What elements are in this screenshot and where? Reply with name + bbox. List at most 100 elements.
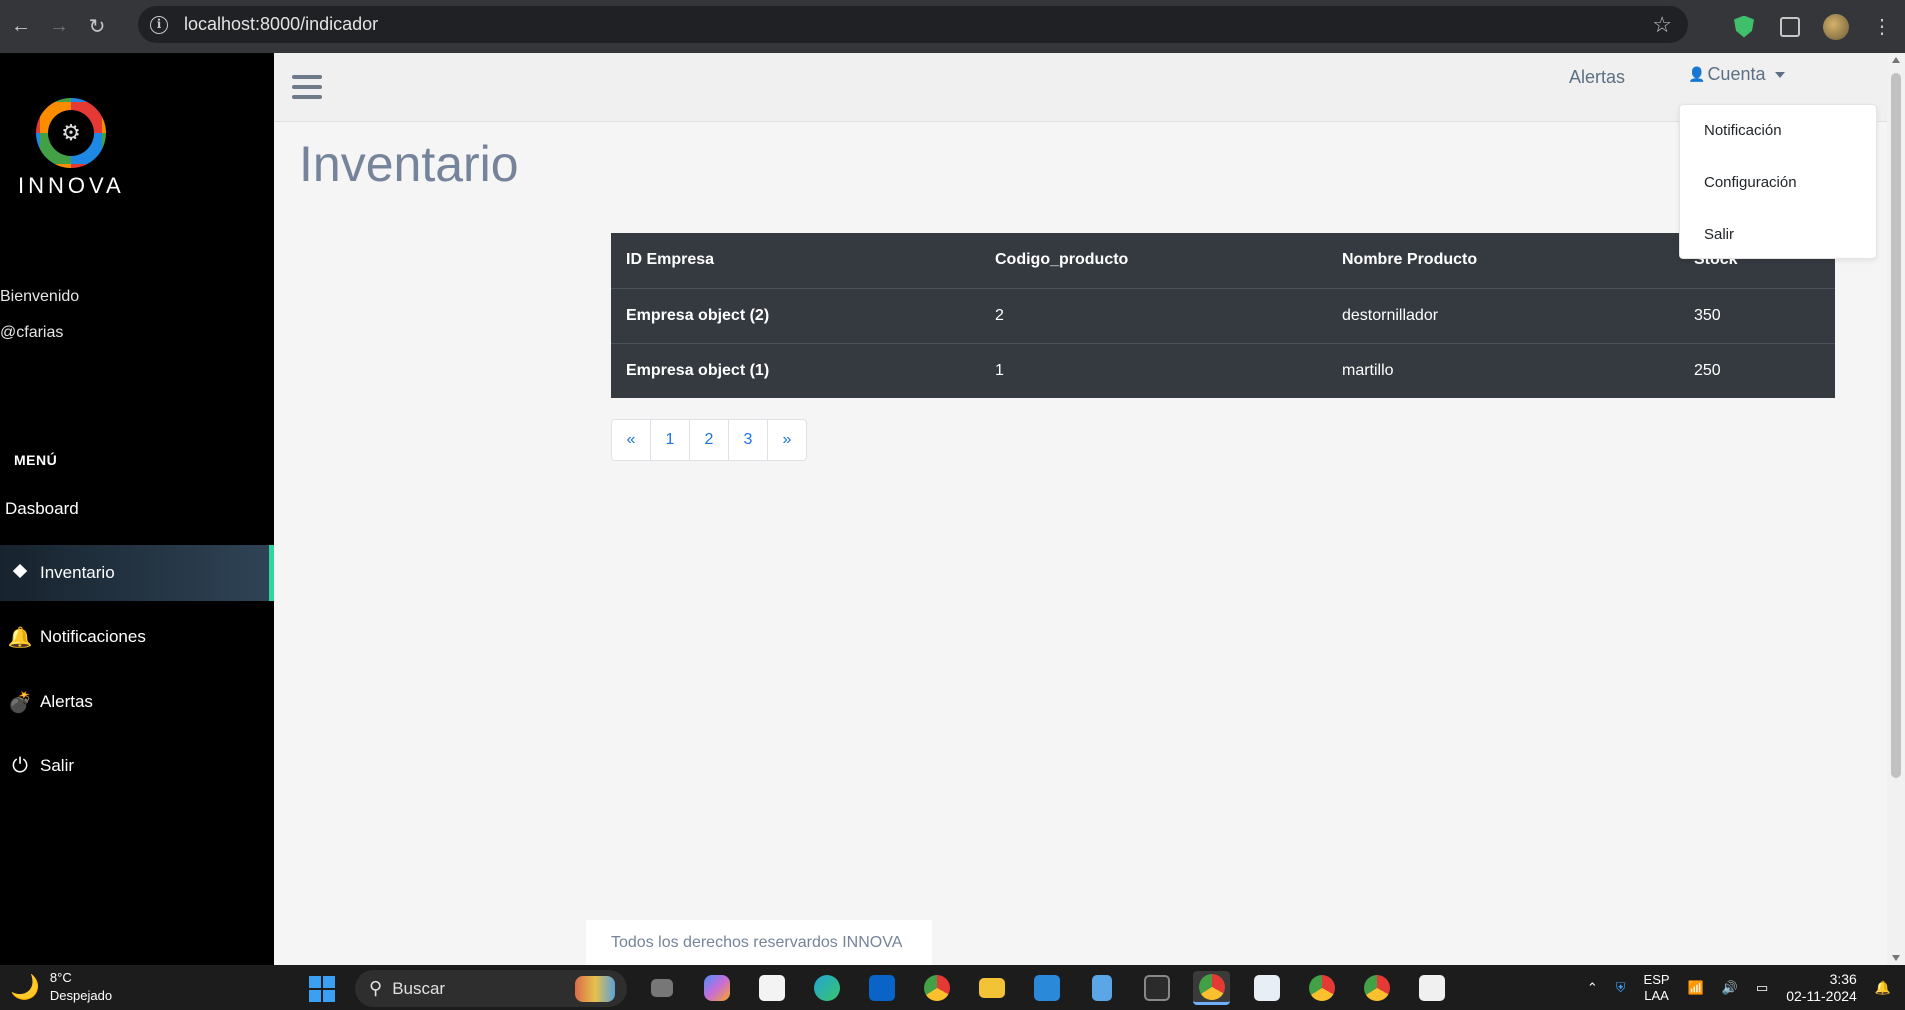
file-explorer-icon[interactable] bbox=[973, 971, 1010, 1005]
vscode-icon[interactable] bbox=[1028, 971, 1065, 1005]
copilot-icon[interactable] bbox=[698, 971, 735, 1005]
sidebar-item-dasboard[interactable]: Dasboard bbox=[0, 481, 274, 537]
bookmark-star-icon[interactable]: ☆ bbox=[1652, 12, 1672, 38]
shield-extension-icon[interactable] bbox=[1721, 7, 1767, 47]
notepad-icon[interactable] bbox=[1083, 971, 1120, 1005]
table-cell: 1 bbox=[980, 342, 1327, 398]
taskbar-apps bbox=[643, 971, 1450, 1005]
weather-widget[interactable]: 🌙 8°C Despejado bbox=[10, 969, 112, 1005]
bomb-icon: 💣 bbox=[7, 691, 33, 714]
column-header: ID Empresa bbox=[626, 251, 715, 269]
chrome-alt-icon[interactable] bbox=[1358, 971, 1395, 1005]
clock-time: 3:36 bbox=[1829, 970, 1857, 987]
back-icon[interactable]: ← bbox=[4, 10, 38, 44]
forward-icon[interactable]: → bbox=[42, 10, 76, 44]
scroll-down-icon[interactable] bbox=[1892, 955, 1900, 961]
table-row: Empresa object (2) 2 destornillador 350 bbox=[611, 287, 1835, 343]
sidebar-item-inventario[interactable]: ⯁ Inventario bbox=[0, 545, 274, 601]
table-cell: 250 bbox=[1679, 342, 1835, 398]
table-cell: Empresa object (2) bbox=[611, 287, 980, 343]
chrome-c-icon[interactable] bbox=[1303, 971, 1340, 1005]
table-cell: Empresa object (1) bbox=[611, 342, 980, 398]
volume-icon[interactable]: 🔊 bbox=[1722, 980, 1738, 996]
taskbar-search-placeholder: Buscar bbox=[392, 978, 446, 998]
bell-icon: 🔔 bbox=[7, 626, 33, 649]
notification-bell-icon[interactable]: 🔔 bbox=[1875, 980, 1891, 996]
dropdown-item-configuracion[interactable]: Configuración bbox=[1680, 169, 1876, 221]
profile-avatar[interactable] bbox=[1813, 7, 1859, 47]
windows-start-icon[interactable] bbox=[309, 976, 335, 1002]
dropdown-item-salir[interactable]: Salir bbox=[1680, 221, 1876, 273]
pagination-page[interactable]: 2 bbox=[689, 419, 729, 461]
browser-toolbar: ← → ↻ i localhost:8000/indicador ☆ ⋮ bbox=[0, 0, 1905, 53]
keyboard-layout: LAA bbox=[1644, 987, 1669, 1003]
sidebar-item-alertas[interactable]: 💣 Alertas bbox=[0, 674, 274, 730]
hamburger-menu-icon[interactable] bbox=[292, 75, 322, 99]
pagination-next[interactable]: » bbox=[767, 419, 807, 461]
table-cell: 350 bbox=[1679, 287, 1835, 343]
gear-globe-icon: ⚙ bbox=[48, 110, 94, 156]
pagination-page[interactable]: 3 bbox=[728, 419, 768, 461]
site-info-icon[interactable]: i bbox=[150, 15, 168, 34]
table-cell: martillo bbox=[1327, 342, 1679, 398]
url-text[interactable]: localhost:8000/indicador bbox=[184, 14, 378, 35]
scroll-thumb[interactable] bbox=[1891, 73, 1901, 778]
inventory-table: ID Empresa Codigo_producto Nombre Produc… bbox=[611, 233, 1835, 398]
security-shield-icon[interactable]: ⛨ bbox=[1616, 980, 1626, 996]
table-cell: 2 bbox=[980, 287, 1327, 343]
language-indicator[interactable]: ESP LAA bbox=[1644, 972, 1670, 1004]
wifi-icon[interactable]: 📶 bbox=[1688, 980, 1704, 996]
sidebar-item-label: Salir bbox=[40, 756, 75, 775]
search-highlight-icon bbox=[575, 976, 615, 1002]
page-title: Inventario bbox=[299, 136, 519, 192]
edge-icon[interactable] bbox=[808, 971, 845, 1005]
clock-date: 02-11-2024 bbox=[1786, 987, 1857, 1004]
account-dropdown-toggle[interactable]: 👤 Cuenta bbox=[1688, 64, 1786, 85]
sidebar-item-label: Notificaciones bbox=[40, 627, 146, 646]
chrome-icon[interactable] bbox=[918, 971, 955, 1005]
media-app-icon[interactable] bbox=[1248, 971, 1285, 1005]
pagination-prev[interactable]: « bbox=[611, 419, 651, 461]
account-dropdown-menu: Notificación Configuración Salir bbox=[1679, 104, 1877, 259]
language-code: ESP bbox=[1643, 971, 1670, 987]
browser-menu-icon[interactable]: ⋮ bbox=[1859, 7, 1905, 47]
brand-name: INNOVA bbox=[18, 173, 125, 198]
sidebar-item-salir[interactable]: ⏻ Salir bbox=[0, 738, 274, 794]
account-label: Cuenta bbox=[1707, 64, 1766, 84]
table-cell: destornillador bbox=[1327, 287, 1679, 343]
power-icon: ⏻ bbox=[12, 754, 28, 777]
page-scrollbar[interactable] bbox=[1887, 53, 1905, 965]
snipping-tool-icon[interactable] bbox=[1413, 971, 1450, 1005]
column-header: Codigo_producto bbox=[995, 251, 1129, 269]
sidebar-item-notificaciones[interactable]: 🔔 Notificaciones bbox=[0, 609, 274, 665]
innova-logo: ⚙ bbox=[36, 98, 106, 168]
sidebar-item-label: Dasboard bbox=[5, 499, 79, 518]
moon-icon: 🌙 bbox=[10, 973, 40, 1001]
reload-icon[interactable]: ↻ bbox=[80, 10, 114, 44]
pagination-page[interactable]: 1 bbox=[650, 419, 690, 461]
table-row: Empresa object (1) 1 martillo 250 bbox=[611, 342, 1835, 398]
welcome-text: Bienvenido bbox=[0, 288, 80, 305]
weather-condition: Despejado bbox=[49, 988, 113, 1003]
scroll-up-icon[interactable] bbox=[1892, 57, 1900, 63]
extensions-puzzle-icon[interactable] bbox=[1767, 7, 1813, 47]
search-icon: ⚲ bbox=[369, 978, 383, 998]
terminal-icon[interactable] bbox=[1138, 971, 1175, 1005]
system-tray: ⌃ ⛨ ESP LAA 📶 🔊 ▭ 3:36 02-11-2024 🔔 bbox=[1587, 965, 1905, 1010]
dropdown-item-notificacion[interactable]: Notificación bbox=[1680, 117, 1876, 169]
table-header-row: ID Empresa Codigo_producto Nombre Produc… bbox=[611, 233, 1835, 288]
address-bar[interactable]: i localhost:8000/indicador ☆ bbox=[138, 6, 1688, 43]
store-icon[interactable] bbox=[753, 971, 790, 1005]
pagination: « 1 2 3 » bbox=[611, 419, 807, 461]
chrome-profile-icon[interactable] bbox=[1193, 971, 1230, 1005]
chevron-up-icon[interactable]: ⌃ bbox=[1587, 980, 1598, 996]
taskbar-search[interactable]: ⚲ Buscar bbox=[355, 970, 627, 1007]
clock[interactable]: 3:36 02-11-2024 bbox=[1786, 971, 1857, 1005]
windows-taskbar: 🌙 8°C Despejado ⚲ Buscar ⌃ ⛨ ESP LAA 📶 🔊… bbox=[0, 965, 1905, 1010]
battery-icon[interactable]: ▭ bbox=[1756, 980, 1768, 996]
nav-alertas-link[interactable]: Alertas bbox=[1569, 67, 1625, 88]
top-navbar: Alertas 👤 Cuenta bbox=[274, 53, 1905, 122]
footer-text: Todos los derechos reservardos INNOVA bbox=[586, 920, 932, 965]
task-view-icon[interactable] bbox=[643, 971, 680, 1005]
outlook-icon[interactable] bbox=[863, 971, 900, 1005]
